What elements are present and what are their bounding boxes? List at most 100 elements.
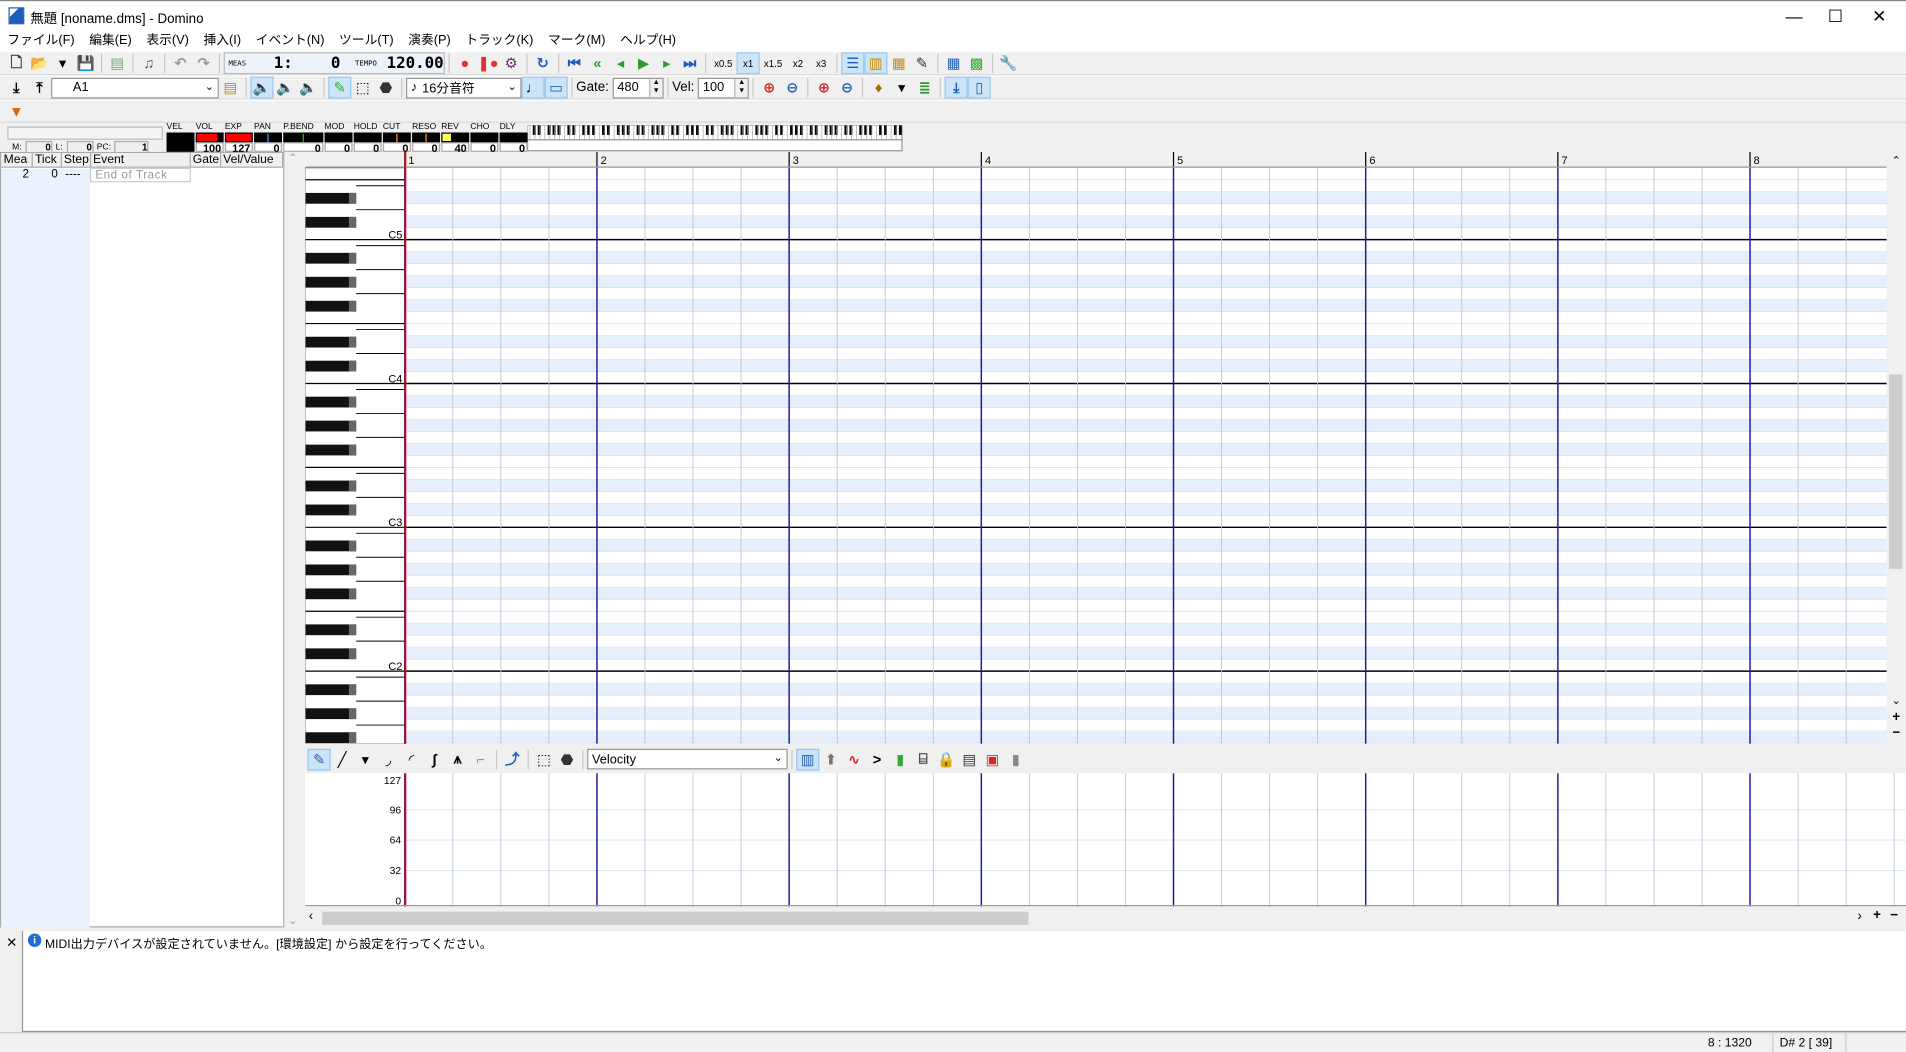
rewind-icon[interactable]: « [586, 52, 609, 74]
record-icon[interactable]: ● [453, 52, 476, 74]
ctl-settings-icon[interactable]: ⌸ [912, 748, 935, 770]
open-folder-icon[interactable]: 📂 [28, 52, 51, 74]
speed-button[interactable]: x1 [736, 52, 760, 75]
menu-item[interactable]: イベント(N) [248, 32, 331, 51]
bar-mode-icon[interactable]: ▥ [796, 748, 820, 771]
piano-black-key[interactable] [305, 732, 357, 744]
eraser-tool-icon[interactable]: ⬣ [374, 77, 397, 99]
back-icon[interactable]: ◂ [609, 52, 632, 74]
menu-item[interactable]: 表示(V) [139, 32, 196, 51]
s-curve-icon[interactable]: ∫ [423, 748, 446, 770]
piano-black-key[interactable] [305, 504, 357, 516]
level-icon[interactable]: ▮ [889, 748, 912, 770]
mixer-rev-slider[interactable]: REV 40 [441, 123, 470, 154]
menu-item[interactable]: 編集(E) [82, 32, 139, 51]
track-up-icon[interactable]: ⤒ [28, 77, 51, 99]
control-pane[interactable]: 127 96 64 32 0 [305, 773, 1906, 907]
level-meter-icon[interactable]: ▩ [965, 52, 988, 74]
loop-icon[interactable]: ↻ [531, 52, 554, 74]
piano-black-key[interactable] [305, 564, 357, 576]
book-view-icon[interactable]: ▯ [967, 76, 992, 99]
menu-item[interactable]: 挿入(I) [196, 32, 248, 51]
record-pause-icon[interactable]: ❚● [476, 52, 499, 74]
lfo-icon[interactable]: ∿ [842, 748, 865, 770]
select-tool-icon[interactable]: ⬚ [351, 77, 374, 99]
zoom-in-v-icon[interactable]: ⊕ [812, 77, 835, 99]
horizontal-scrollbar[interactable]: ‹ › + − [305, 908, 1906, 928]
track-down-icon[interactable]: ⤓ [5, 77, 28, 99]
forward-icon[interactable]: ▸ [655, 52, 678, 74]
triplet-icon[interactable]: ♩ [521, 76, 545, 99]
piano-black-key[interactable] [305, 336, 357, 348]
transform-tool-icon[interactable]: ⤴ [501, 748, 524, 770]
ctl-eraser-icon[interactable]: ⬣ [556, 748, 579, 770]
piano-black-key[interactable] [305, 300, 357, 312]
curve2-icon[interactable]: ◜ [400, 748, 423, 770]
track-view-icon[interactable]: ▦ [887, 52, 910, 74]
speed-button[interactable]: x0.5 [710, 52, 737, 74]
event-list-scrollbar[interactable]: ⌃ ⌄ [284, 151, 302, 928]
piano-roll[interactable]: C5 C4 C3 C2 1 2 3 4 5 6 7 8 [305, 151, 1906, 744]
comment-view-icon[interactable]: ✎ [910, 52, 933, 74]
column-header[interactable]: Tick [33, 153, 62, 167]
h-zoom-in[interactable]: + [1873, 908, 1881, 923]
track-select[interactable]: A1 ⌄ [51, 77, 219, 98]
line-dropdown-icon[interactable]: ▾ [354, 748, 377, 770]
mixer-vol-slider[interactable]: VOL 100 [195, 123, 224, 154]
mixer-mod-slider[interactable]: MOD 0 [324, 123, 353, 154]
h-zoom-out[interactable]: − [1890, 908, 1898, 923]
menu-item[interactable]: ファイル(F) [0, 32, 82, 51]
piano-black-key[interactable] [305, 192, 357, 204]
compare-icon[interactable]: > [865, 748, 888, 770]
piano-black-key[interactable] [305, 276, 357, 288]
menu-item[interactable]: トラック(K) [458, 32, 541, 51]
mixer-dly-slider[interactable]: DLY 0 [499, 123, 528, 154]
scroll-thumb[interactable] [1888, 374, 1903, 569]
control-type-select[interactable]: Velocity ⌄ [587, 748, 788, 770]
mixer-hold-slider[interactable]: HOLD 0 [353, 123, 382, 154]
mixer-pbend-slider[interactable]: P.BEND 0 [283, 123, 324, 154]
mixdown-icon[interactable]: ⚙ [500, 52, 523, 74]
play-icon[interactable]: ▶ [632, 52, 655, 74]
mute-a-icon[interactable]: 🔈 [297, 77, 320, 99]
zoom-in-button[interactable]: + [1887, 710, 1906, 725]
properties-icon[interactable]: ▤ [106, 52, 129, 74]
piano-black-key[interactable] [305, 624, 357, 636]
piano-black-key[interactable] [305, 420, 357, 432]
ctl-display-icon[interactable]: ▣ [981, 748, 1004, 770]
save-icon[interactable]: 💾 [74, 52, 97, 74]
table-row[interactable]: 2 0 ---- End of Track [1, 167, 283, 183]
close-message-icon[interactable]: ✕ [6, 935, 17, 951]
menu-item[interactable]: 演奏(P) [401, 32, 458, 51]
column-header[interactable]: Event [91, 153, 191, 167]
menu-item[interactable]: ヘルプ(H) [613, 32, 684, 51]
follow-playback-icon[interactable]: ⤓ [944, 76, 968, 99]
ctl-list-icon[interactable]: ▤ [958, 748, 981, 770]
piano-black-key[interactable] [305, 588, 357, 600]
menu-item[interactable]: マーク(M) [541, 32, 613, 51]
ctl-gray-icon[interactable]: ▮ [1004, 748, 1027, 770]
mixer-reso-slider[interactable]: RESO 0 [412, 123, 441, 154]
mute-s-icon[interactable]: 🔈 [274, 77, 297, 99]
marker-add-icon[interactable]: ▼ [5, 100, 28, 122]
sound-test-icon[interactable]: ♫ [137, 52, 160, 74]
mixer-cho-slider[interactable]: CHO 0 [470, 123, 499, 154]
mixer-cut-slider[interactable]: CUT 0 [382, 123, 411, 154]
zoom-out-button[interactable]: − [1887, 726, 1906, 741]
ctl-select-icon[interactable]: ⬚ [532, 748, 555, 770]
piano-black-key[interactable] [305, 540, 357, 552]
piano-black-key[interactable] [305, 396, 357, 408]
ruler[interactable] [305, 151, 1906, 167]
settings-wrench-icon[interactable]: 🔧 [997, 52, 1020, 74]
solo-icon[interactable]: 🔈 [250, 76, 274, 99]
channel-colors-icon[interactable]: ≣ [913, 77, 936, 99]
menu-item[interactable]: ツール(T) [332, 32, 401, 51]
close-button[interactable]: ✕ [1855, 4, 1904, 31]
event-list-view-icon[interactable]: ☰ [841, 52, 865, 75]
random-icon[interactable]: ⩚ [446, 748, 469, 770]
pitch-bell-icon[interactable]: ♦ [867, 77, 890, 99]
open-dropdown-icon[interactable]: ▾ [51, 52, 74, 74]
lock-icon[interactable]: 🔒 [935, 748, 958, 770]
mixer-vel-slider[interactable]: VEL [166, 123, 195, 152]
bell-dropdown-icon[interactable]: ▾ [890, 77, 913, 99]
